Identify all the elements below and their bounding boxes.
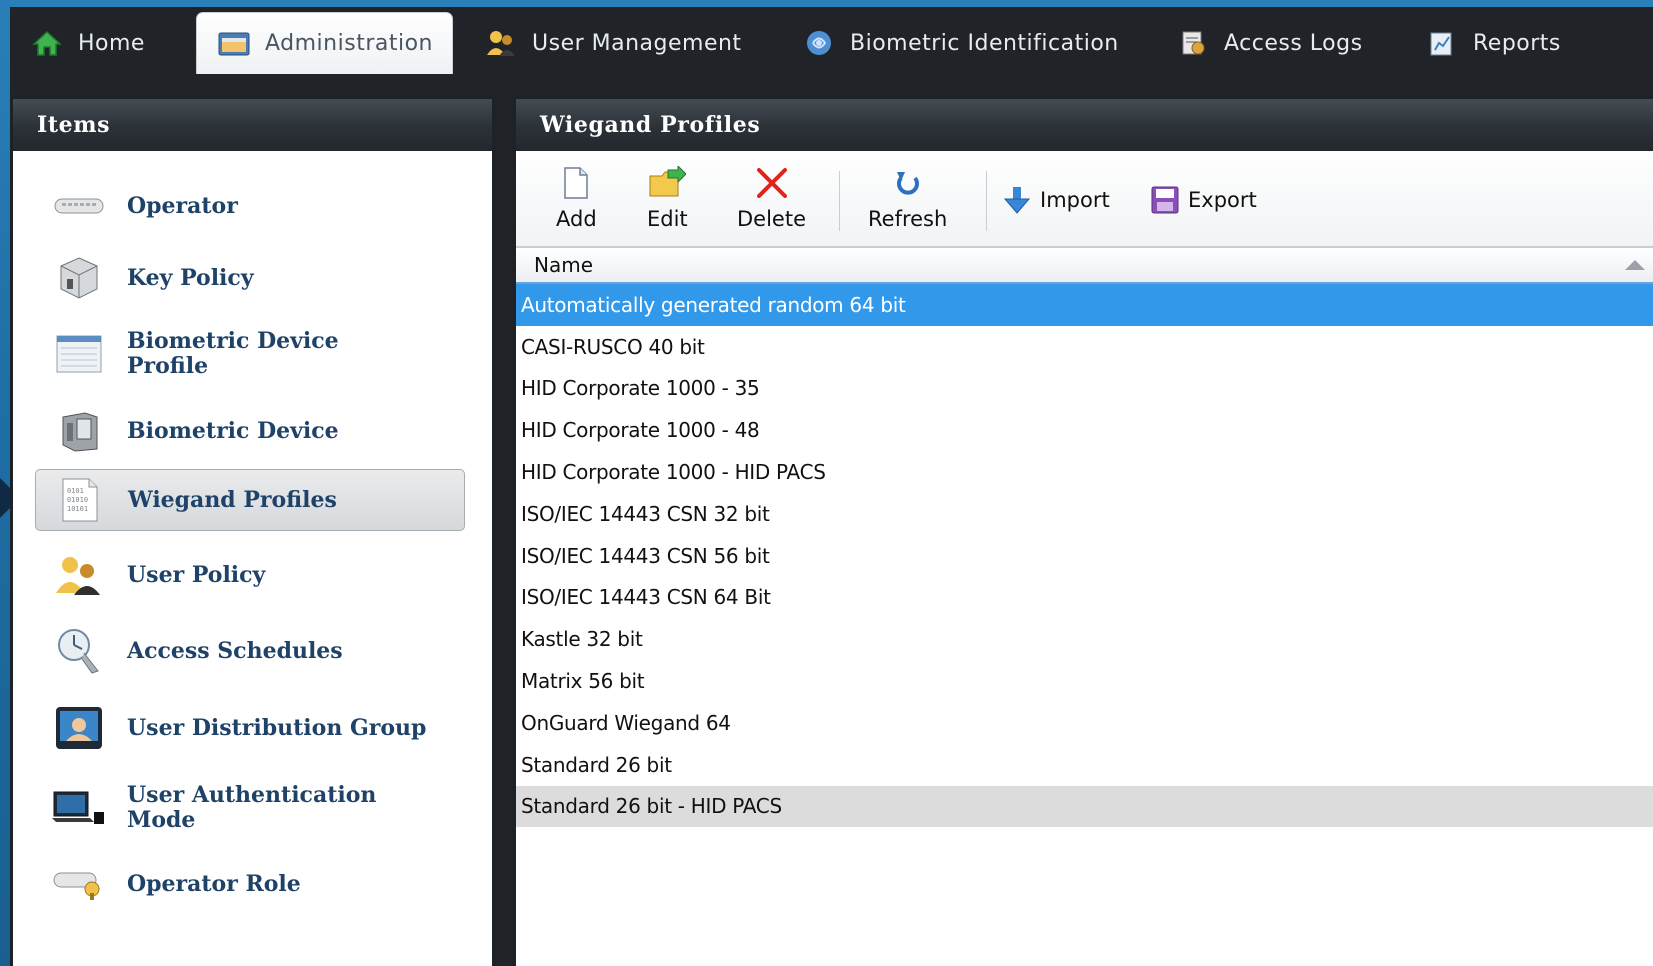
sidebar-item-label: Biometric Device Profile	[127, 328, 339, 379]
users-icon	[51, 550, 107, 600]
user-management-icon	[484, 28, 518, 58]
table-row[interactable]: Standard 26 bit - HID PACS	[516, 785, 1653, 828]
tab-home[interactable]: Home	[30, 12, 145, 74]
edit-folder-icon	[648, 165, 687, 201]
wiegand-profiles-list: Automatically generated random 64 bit CA…	[516, 284, 1653, 828]
table-row[interactable]: ISO/IEC 14443 CSN 64 Bit	[516, 577, 1653, 619]
table-row[interactable]: HID Corporate 1000 - 48	[516, 409, 1653, 451]
tab-label: User Management	[532, 30, 742, 56]
table-row[interactable]: Kastle 32 bit	[516, 618, 1653, 660]
sidebar-item-label: Biometric Device	[127, 417, 339, 444]
sort-ascending-icon[interactable]	[1625, 260, 1645, 270]
table-row[interactable]: ISO/IEC 14443 CSN 56 bit	[516, 535, 1653, 577]
main-tab-bar: Home Administration User Management Biom…	[10, 7, 1653, 74]
add-label: Add	[556, 207, 597, 231]
sidebar-item-key-policy[interactable]: Key Policy	[35, 253, 465, 303]
binary-document-icon: 0101 01010 10101	[52, 475, 108, 525]
sidebar-item-label: User Policy	[127, 561, 266, 588]
wiegand-profiles-panel: Wiegand Profiles Add Edit Delete Refresh…	[513, 96, 1653, 966]
sidebar-item-biometric-device-profile[interactable]: Biometric Device Profile	[35, 326, 465, 382]
table-row[interactable]: OnGuard Wiegand 64	[516, 702, 1653, 744]
page-title: Wiegand Profiles	[516, 99, 1653, 151]
keyboard-icon	[51, 181, 107, 231]
tab-reports[interactable]: Reports	[1425, 12, 1561, 74]
table-row[interactable]: HID Corporate 1000 - 35	[516, 368, 1653, 410]
sidebar-item-label: User Authentication Mode	[127, 782, 377, 833]
access-logs-icon	[1176, 28, 1210, 58]
tab-label: Biometric Identification	[850, 30, 1119, 56]
sidebar-item-label: User Distribution Group	[127, 714, 427, 741]
name-column-header[interactable]: Name	[516, 248, 1653, 284]
sidebar-item-operator-role[interactable]: Operator Role	[35, 859, 465, 909]
biometric-identification-icon	[802, 28, 836, 58]
export-label: Export	[1188, 188, 1257, 212]
edit-label: Edit	[647, 207, 688, 231]
delete-button[interactable]: Delete	[737, 165, 806, 231]
import-arrow-icon	[1002, 185, 1032, 215]
operator-role-icon	[51, 859, 107, 909]
sidebar-item-label: Wiegand Profiles	[128, 486, 337, 513]
refresh-button[interactable]: Refresh	[868, 165, 947, 231]
delete-x-icon	[755, 165, 789, 201]
tab-biometric-identification[interactable]: Biometric Identification	[802, 12, 1119, 74]
export-button[interactable]: Export	[1150, 185, 1257, 215]
table-row[interactable]: ISO/IEC 14443 CSN 32 bit	[516, 493, 1653, 535]
add-button[interactable]: Add	[556, 165, 597, 231]
table-row[interactable]: HID Corporate 1000 - HID PACS	[516, 451, 1653, 493]
svg-text:01010: 01010	[67, 496, 88, 504]
administration-icon	[217, 29, 251, 59]
tab-label: Access Logs	[1224, 30, 1363, 56]
authentication-mode-icon	[51, 783, 107, 833]
tab-access-logs[interactable]: Access Logs	[1176, 12, 1363, 74]
delete-label: Delete	[737, 207, 806, 231]
sidebar-item-label: Operator Role	[127, 870, 301, 897]
column-header-label: Name	[534, 253, 594, 277]
items-panel-title: Items	[13, 99, 492, 151]
svg-text:10101: 10101	[67, 505, 88, 513]
svg-text:0101: 0101	[67, 487, 84, 495]
distribution-group-icon	[51, 703, 107, 753]
table-row[interactable]: Matrix 56 bit	[516, 660, 1653, 702]
sidebar-item-biometric-device[interactable]: Biometric Device	[35, 405, 465, 457]
sidebar-item-operator[interactable]: Operator	[35, 181, 465, 231]
tab-label: Reports	[1473, 30, 1561, 56]
toolbar-separator	[839, 171, 840, 231]
import-button[interactable]: Import	[1002, 185, 1110, 215]
sidebar-item-label: Operator	[127, 192, 238, 219]
refresh-label: Refresh	[868, 207, 948, 231]
tab-user-management[interactable]: User Management	[484, 12, 742, 74]
sidebar-item-wiegand-profiles[interactable]: 0101 01010 10101 Wiegand Profiles	[35, 469, 465, 531]
edit-button[interactable]: Edit	[647, 165, 688, 231]
home-icon	[30, 28, 64, 58]
table-row[interactable]: Standard 26 bit	[516, 744, 1653, 786]
new-document-icon	[562, 165, 590, 201]
import-label: Import	[1040, 188, 1110, 212]
items-panel: Items Operator Key Policy Biometric Devi…	[10, 96, 495, 966]
sidebar-item-user-authentication-mode[interactable]: User Authentication Mode	[35, 779, 465, 837]
table-row[interactable]: Automatically generated random 64 bit	[516, 284, 1653, 326]
save-disk-icon	[1150, 185, 1180, 215]
device-profile-icon	[51, 329, 107, 379]
biometric-device-icon	[51, 406, 107, 456]
schedule-icon	[51, 626, 107, 676]
toolbar: Add Edit Delete Refresh Import Export	[516, 151, 1653, 248]
tab-administration[interactable]: Administration	[196, 12, 453, 74]
sidebar-item-label: Access Schedules	[127, 637, 343, 664]
toolbar-separator	[986, 171, 987, 231]
key-box-icon	[51, 253, 107, 303]
sidebar-item-access-schedules[interactable]: Access Schedules	[35, 623, 465, 679]
sidebar-item-label: Key Policy	[127, 264, 254, 291]
reports-icon	[1425, 28, 1459, 58]
table-row[interactable]: CASI-RUSCO 40 bit	[516, 326, 1653, 368]
refresh-icon	[893, 165, 923, 201]
tab-label: Administration	[265, 31, 433, 56]
tab-label: Home	[78, 30, 145, 56]
sidebar-item-user-policy[interactable]: User Policy	[35, 549, 465, 601]
sidebar-item-user-distribution-group[interactable]: User Distribution Group	[35, 699, 465, 757]
